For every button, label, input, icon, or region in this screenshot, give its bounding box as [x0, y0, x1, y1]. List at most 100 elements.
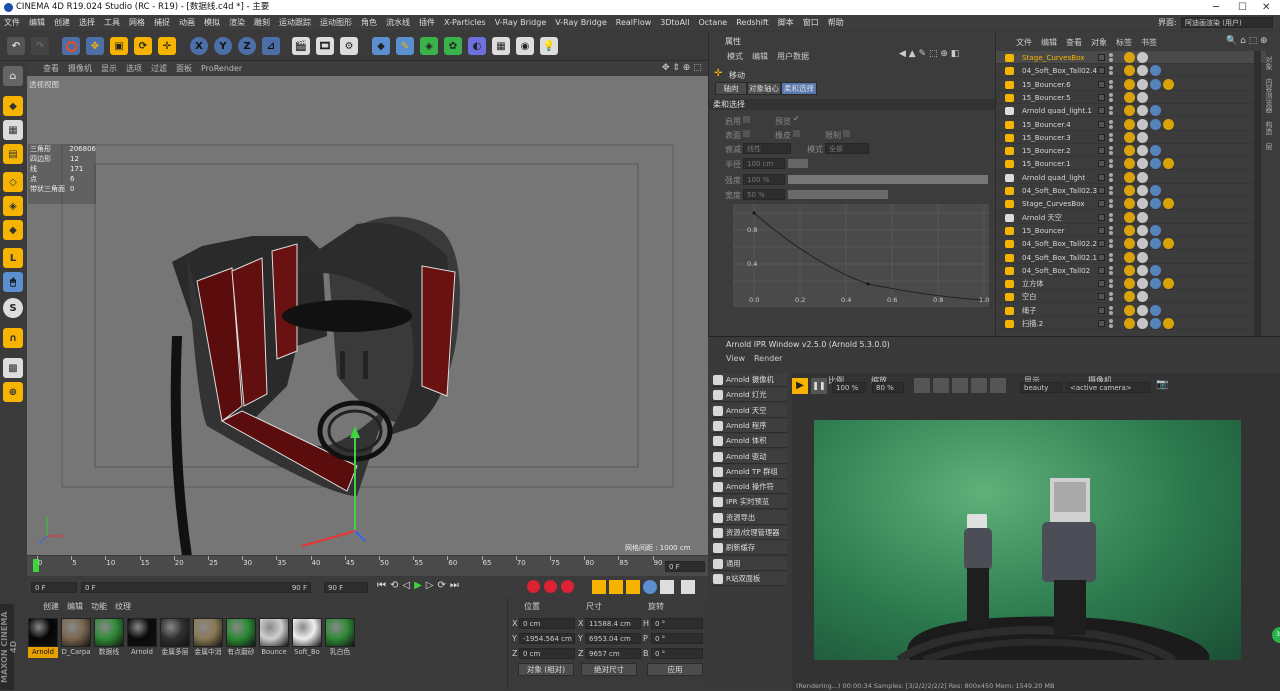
tag-icon[interactable] — [1137, 238, 1148, 250]
material-menu-item[interactable]: 编辑 — [67, 601, 83, 612]
texture-mode-icon[interactable]: ▦ — [3, 120, 23, 140]
tag-icon[interactable] — [1137, 251, 1148, 263]
visibility-toggle[interactable] — [1098, 266, 1105, 274]
render-dot-icon[interactable] — [1109, 324, 1113, 328]
make-editable-icon[interactable]: ⌂ — [3, 66, 23, 86]
tag-icon[interactable] — [1150, 278, 1161, 290]
tag-icon[interactable] — [1137, 78, 1148, 90]
material-swatch[interactable]: Arnold — [127, 618, 157, 660]
arnold-tool-item[interactable]: Arnold 体积 — [711, 434, 787, 449]
arnold-tool-item[interactable]: Arnold 灯光 — [711, 388, 787, 403]
prev-frame-icon[interactable]: ◁ — [402, 580, 410, 591]
visibility-toggle[interactable] — [1098, 306, 1105, 314]
key-rotation-icon[interactable] — [626, 580, 640, 594]
object-row[interactable]: 04_Soft_Box_Tall02.1 — [996, 251, 1266, 264]
tag-icon[interactable] — [1137, 198, 1148, 210]
material-swatch[interactable]: 金属多层 — [160, 618, 190, 660]
floor-icon[interactable]: ▦ — [492, 37, 510, 55]
light-icon[interactable]: 💡 — [540, 37, 558, 55]
menu-item[interactable]: 3DtoAll — [660, 18, 689, 27]
visibility-toggle[interactable] — [1098, 54, 1105, 61]
strength-field[interactable]: 100 % — [743, 174, 785, 185]
object-row[interactable]: Stage_CurvesBox — [996, 51, 1266, 64]
render-dot-icon[interactable] — [1109, 230, 1113, 235]
render-dot-icon[interactable] — [1109, 177, 1113, 182]
frame-range-slider[interactable]: 0 F 90 F — [81, 582, 311, 593]
tag-icon[interactable] — [1163, 158, 1174, 170]
tag-icon[interactable] — [1137, 211, 1148, 223]
tag-icon[interactable] — [1124, 105, 1135, 117]
rotation-field[interactable]: 0 ° — [651, 633, 703, 644]
tag-icon[interactable] — [1137, 52, 1148, 63]
material-swatch[interactable]: 乳白色 — [325, 618, 355, 660]
tag-icon[interactable] — [1137, 185, 1148, 196]
render-dot-icon[interactable] — [1109, 172, 1113, 177]
tag-icon[interactable] — [1124, 211, 1135, 223]
tag-icon[interactable] — [1137, 304, 1148, 316]
render-dot-icon[interactable] — [1109, 297, 1113, 302]
visibility-toggle[interactable] — [1098, 280, 1105, 288]
timeline-menu-icon[interactable] — [681, 580, 695, 594]
cloner-icon[interactable]: ✿ — [444, 37, 462, 55]
tag-icon[interactable] — [1163, 118, 1174, 130]
object-row[interactable]: 15_Bouncer.2 — [996, 144, 1266, 158]
menu-item[interactable]: 脚本 — [778, 17, 794, 28]
visibility-toggle[interactable] — [1098, 93, 1105, 101]
visibility-toggle[interactable] — [1098, 107, 1105, 115]
redo-icon[interactable]: ↷ — [31, 37, 49, 55]
object-row[interactable]: 04_Soft_Box_Tall02.2 — [996, 237, 1266, 251]
deformer-icon[interactable]: ◐ — [468, 37, 486, 55]
camera-select[interactable]: <active camera> — [1066, 382, 1150, 393]
material-menu-item[interactable]: 功能 — [91, 601, 107, 612]
falloff-graph[interactable] — [733, 204, 989, 307]
enable-checkbox[interactable] — [743, 116, 750, 123]
radius-field[interactable]: 100 cm — [743, 158, 785, 169]
minimize-icon[interactable]: ─ — [1213, 0, 1219, 15]
max-frame-field[interactable]: 90 F — [324, 582, 368, 593]
tag-icon[interactable] — [1137, 105, 1148, 117]
z-axis-button[interactable]: Z — [238, 37, 256, 55]
side-tab[interactable]: 内容浏览器 — [1264, 78, 1274, 113]
menu-item[interactable]: Redshift — [736, 18, 768, 27]
live-select-icon[interactable] — [62, 37, 80, 55]
tag-icon[interactable] — [1150, 318, 1161, 329]
side-tab[interactable]: 层 — [1264, 143, 1274, 150]
key-pla-icon[interactable] — [660, 580, 674, 594]
attributes-nav-icons[interactable]: ◀ ▲ ✎ ⬚ ⊕ ◧ — [899, 49, 959, 59]
menu-item[interactable]: 运动图形 — [320, 17, 352, 28]
tag-icon[interactable] — [1150, 238, 1161, 250]
render-dot-icon[interactable] — [1109, 84, 1113, 89]
layout-select[interactable]: 阿迪画渲染 (用户) — [1181, 17, 1273, 28]
render-dot-icon[interactable] — [1109, 239, 1113, 244]
pen-icon[interactable]: ✎ — [396, 37, 414, 55]
tag-icon[interactable] — [1137, 158, 1148, 170]
size-mode-select[interactable]: 绝对尺寸 — [581, 663, 637, 676]
visibility-toggle[interactable] — [1098, 213, 1105, 221]
render-dot-icon[interactable] — [1109, 292, 1113, 297]
x-axis-button[interactable]: X — [190, 37, 208, 55]
tag-icon[interactable] — [1124, 171, 1135, 183]
next-key-icon[interactable]: ⟳ — [438, 580, 446, 591]
render-dot-icon[interactable] — [1109, 244, 1113, 249]
tag-icon[interactable] — [1124, 65, 1135, 77]
material-swatch[interactable]: Bounce — [259, 618, 289, 660]
tag-icon[interactable] — [1150, 185, 1161, 196]
magnet-icon[interactable]: ∩ — [3, 328, 23, 348]
ipr-play-icon[interactable]: ▶ — [792, 378, 808, 394]
viewport-menu-item[interactable]: 摄像机 — [68, 63, 92, 74]
side-tab[interactable]: 对象 — [1264, 56, 1274, 70]
tag-icon[interactable] — [1150, 224, 1161, 236]
display-select[interactable]: beauty — [1020, 382, 1062, 393]
tag-icon[interactable] — [1137, 171, 1148, 183]
tag-icon[interactable] — [1124, 198, 1135, 210]
menu-item[interactable]: RealFlow — [616, 18, 652, 27]
visibility-toggle[interactable] — [1098, 173, 1105, 181]
tag-icon[interactable] — [1150, 145, 1161, 157]
visibility-toggle[interactable] — [1098, 320, 1105, 327]
tag-icon[interactable] — [1137, 65, 1148, 77]
viewport-menu-item[interactable]: ProRender — [201, 64, 242, 73]
menu-item[interactable]: 流水线 — [386, 17, 410, 28]
y-axis-button[interactable]: Y — [214, 37, 232, 55]
region-icon[interactable] — [914, 378, 930, 393]
viewport-menu-item[interactable]: 选项 — [126, 63, 142, 74]
